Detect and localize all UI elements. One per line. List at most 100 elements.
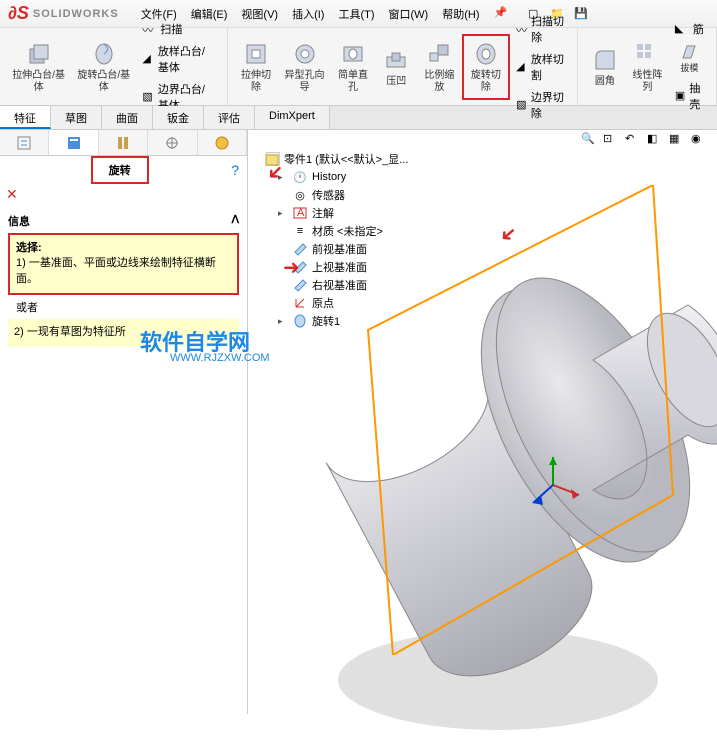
hole-wizard-icon [291, 40, 319, 68]
command-tabs: 特征 草图 曲面 钣金 评估 DimXpert [0, 106, 717, 130]
boundary-icon: ▧ [142, 90, 154, 104]
tab-evaluate[interactable]: 评估 [204, 106, 255, 129]
save-icon[interactable]: 💾 [571, 4, 591, 24]
swept-cut-button[interactable]: 〰扫描切除 [512, 11, 569, 47]
tree-material[interactable]: ≡材质 <未指定> [278, 222, 408, 240]
boundary-cut-icon: ▧ [516, 98, 527, 112]
feature-tree-tab[interactable] [0, 130, 49, 155]
fillet-icon [591, 46, 619, 74]
display-tab[interactable] [198, 130, 247, 155]
sweep-button[interactable]: 〰扫描 [138, 19, 219, 39]
logo: ∂S SOLIDWORKS [0, 3, 127, 24]
history-icon: 🕐 [292, 169, 308, 185]
tab-features[interactable]: 特征 [0, 106, 51, 129]
ribbon-group-boss: 拉伸凸台/基体 旋转凸台/基体 〰扫描 ◢放样凸台/基体 ▧边界凸台/基体 [0, 28, 228, 105]
logo-icon: ∂S [8, 3, 29, 24]
main-area: 旋转 ? ✕ 信息 ᐱ 选择: 1) 一基准面、平面或边线来绘制特征横断面。 或… [0, 130, 717, 714]
ribbon-group-feature: 圆角 线性阵列 ◣筋 拔模 ▣抽壳 [578, 28, 717, 105]
simple-hole-button[interactable]: 简单直孔 [331, 36, 375, 98]
help-icon[interactable]: ? [231, 162, 239, 178]
menu-window[interactable]: 窗口(W) [383, 2, 435, 26]
origin-icon [292, 295, 308, 311]
ribbon: 拉伸凸台/基体 旋转凸台/基体 〰扫描 ◢放样凸台/基体 ▧边界凸台/基体 拉伸… [0, 28, 717, 106]
title-bar: ∂S SOLIDWORKS 文件(F) 编辑(E) 视图(V) 插入(I) 工具… [0, 0, 717, 28]
tree-sensors[interactable]: ◎传感器 [278, 186, 408, 204]
or-label: 或者 [8, 295, 239, 319]
display-style-icon[interactable]: ◉ [691, 132, 709, 150]
revolve-icon [292, 313, 308, 329]
draft-button[interactable]: 拔模 [671, 41, 708, 76]
prev-view-icon[interactable]: ↶ [625, 132, 643, 150]
viewport[interactable]: 🔍 ⊡ ↶ ◧ ▦ ◉ 零件1 (默认<<默认>_显... ▸🕐History … [248, 130, 717, 714]
ribbon-col-boss: 〰扫描 ◢放样凸台/基体 ▧边界凸台/基体 [136, 17, 221, 117]
tab-sketch[interactable]: 草图 [51, 106, 102, 129]
svg-text:A: A [297, 207, 305, 219]
revolve-boss-button[interactable]: 旋转凸台/基体 [71, 36, 136, 98]
menu-view[interactable]: 视图(V) [235, 2, 284, 26]
property-tab[interactable] [49, 130, 98, 155]
view-orient-icon[interactable]: ▦ [669, 132, 687, 150]
material-icon: ≡ [292, 223, 308, 239]
indent-button[interactable]: 压凹 [375, 42, 417, 92]
tab-surface[interactable]: 曲面 [102, 106, 153, 129]
rib-icon: ◣ [675, 22, 689, 36]
watermark-url: WWW.RJZXW.COM [170, 352, 270, 364]
config-tab[interactable] [99, 130, 148, 155]
panel-header: 旋转 ? [0, 156, 247, 184]
annotation-arrow-2: ➜ [283, 255, 300, 280]
close-button[interactable]: ✕ [0, 184, 247, 205]
menu-insert[interactable]: 插入(I) [286, 2, 330, 26]
sensor-icon: ◎ [292, 187, 308, 203]
tree-origin[interactable]: 原点 [278, 294, 408, 312]
ribbon-col-cut: 〰扫描切除 ◢放样切割 ▧边界切除 [510, 9, 571, 125]
section-icon[interactable]: ◧ [647, 132, 665, 150]
logo-text: SOLIDWORKS [33, 8, 119, 20]
scale-icon [425, 40, 453, 68]
panel-title: 旋转 [91, 156, 149, 184]
zoom-area-icon[interactable]: ⊡ [603, 132, 621, 150]
shell-icon: ▣ [675, 89, 685, 103]
revolve-cut-icon [472, 40, 500, 68]
loft-icon: ◢ [142, 52, 154, 66]
property-manager: 旋转 ? ✕ 信息 ᐱ 选择: 1) 一基准面、平面或边线来绘制特征横断面。 或… [0, 130, 248, 714]
zoom-fit-icon[interactable]: 🔍 [581, 132, 599, 150]
rib-button[interactable]: ◣筋 [671, 19, 708, 39]
sweep-icon: 〰 [142, 22, 156, 36]
loft-cut-button[interactable]: ◢放样切割 [512, 49, 569, 85]
extrude-cut-icon [242, 40, 270, 68]
shell-button[interactable]: ▣抽壳 [671, 78, 708, 114]
revolve-cut-button[interactable]: 旋转切除 [462, 34, 510, 100]
loft-button[interactable]: ◢放样凸台/基体 [138, 41, 219, 77]
tab-dimxpert[interactable]: DimXpert [255, 106, 330, 129]
linear-pattern-button[interactable]: 线性阵列 [626, 36, 669, 98]
info-header: 信息 ᐱ [8, 209, 239, 233]
scale-button[interactable]: 比例缩放 [417, 36, 461, 98]
menu-tools[interactable]: 工具(T) [332, 2, 380, 26]
ribbon-group-cut: 拉伸切除 异型孔向导 简单直孔 压凹 比例缩放 旋转切除 〰扫描切除 ◢放样切割… [228, 28, 578, 105]
note-icon: A [292, 205, 308, 221]
fillet-button[interactable]: 圆角 [584, 42, 626, 92]
boundary-cut-button[interactable]: ▧边界切除 [512, 87, 569, 123]
tree-revolve1[interactable]: ▸旋转1 [278, 312, 408, 330]
viewport-toolbar: 🔍 ⊡ ↶ ◧ ▦ ◉ [581, 132, 709, 150]
tree-root[interactable]: 零件1 (默认<<默认>_显... [264, 150, 408, 168]
revolve-boss-icon [90, 40, 118, 68]
linear-pattern-icon [633, 40, 661, 68]
extrude-cut-button[interactable]: 拉伸切除 [234, 36, 278, 98]
tree-annotations[interactable]: ▸A注解 [278, 204, 408, 222]
collapse-icon[interactable]: ᐱ [231, 213, 239, 229]
menu-help[interactable]: 帮助(H) [436, 2, 485, 26]
tree-history[interactable]: ▸🕐History [278, 168, 408, 186]
draft-icon [680, 43, 698, 61]
indent-icon [382, 46, 410, 74]
extrude-boss-icon [25, 40, 53, 68]
hole-wizard-button[interactable]: 异型孔向导 [278, 36, 331, 98]
tab-sheetmetal[interactable]: 钣金 [153, 106, 204, 129]
extrude-boss-button[interactable]: 拉伸凸台/基体 [6, 36, 71, 98]
ribbon-col-feature: ◣筋 拔模 ▣抽壳 [669, 17, 710, 116]
selection-instruction: 选择: 1) 一基准面、平面或边线来绘制特征横断面。 [8, 233, 239, 295]
simple-hole-icon [339, 40, 367, 68]
panel-tabs [0, 130, 247, 156]
loft-cut-icon: ◢ [516, 60, 527, 74]
dimxpert-tab[interactable] [148, 130, 197, 155]
